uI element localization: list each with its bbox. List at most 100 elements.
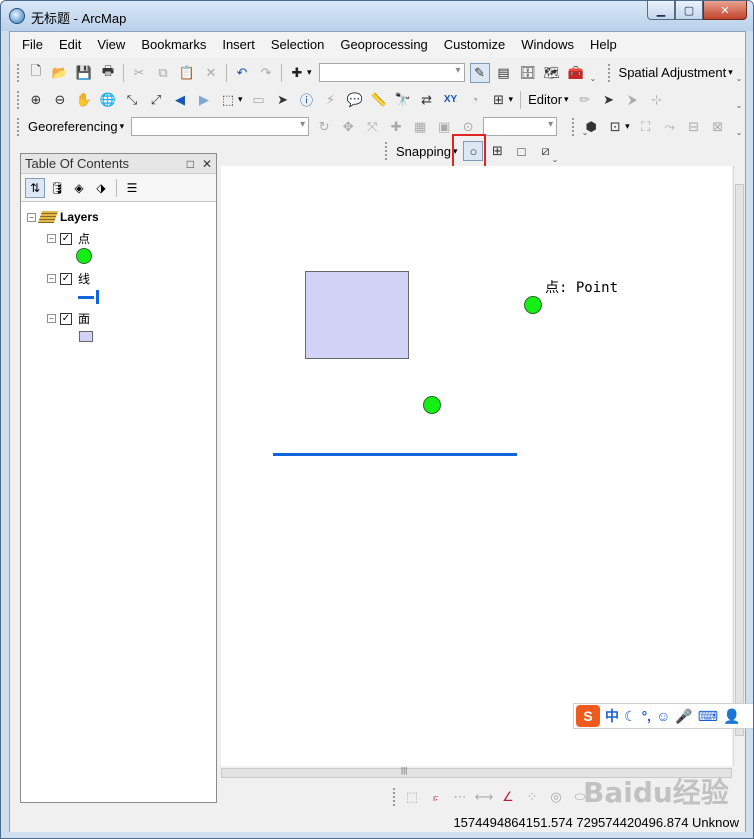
limited-adjustment-icon[interactable]: ⊠ <box>708 117 728 137</box>
close-button[interactable]: ✕ <box>703 1 747 20</box>
go-to-xy-icon[interactable]: XY <box>441 90 461 110</box>
minimize-button[interactable]: ▁ <box>647 1 675 20</box>
snapping-menu-label[interactable]: Snapping <box>392 144 455 159</box>
georeferencing-dropdown-icon[interactable]: ▾ <box>120 121 125 132</box>
viewer-dropdown-icon[interactable]: ▾ <box>509 94 514 105</box>
toc-header[interactable]: Table Of Contents □ ✕ <box>21 154 216 174</box>
identify-icon[interactable]: ⓘ <box>297 90 317 110</box>
arctoolbox-icon[interactable]: 🧰 <box>566 63 586 83</box>
angle-icon[interactable]: ∠ <box>498 787 518 807</box>
spatial-adjustment-label[interactable]: Spatial Adjustment <box>615 65 731 80</box>
paste-icon[interactable]: 📋 <box>177 63 197 83</box>
toc-root-layers[interactable]: − Layers <box>27 210 99 224</box>
toc-close-icon[interactable]: ✕ <box>202 157 212 171</box>
forward-arrow-icon[interactable]: ▶ <box>194 90 214 110</box>
menu-file[interactable]: File <box>14 32 51 58</box>
menu-view[interactable]: View <box>89 32 133 58</box>
midpoint-icon[interactable]: ⋯ <box>450 787 470 807</box>
time-slider-icon[interactable]: ◔ <box>465 90 485 110</box>
delete-icon[interactable]: ✕ <box>201 63 221 83</box>
maximize-button[interactable]: ▢ <box>675 1 703 20</box>
hyperlink-icon[interactable]: ⚡ <box>321 90 341 110</box>
toc-autohide-icon[interactable]: □ <box>187 157 194 171</box>
menu-geoprocessing[interactable]: Geoprocessing <box>332 32 435 58</box>
keyboard-icon[interactable]: ⌨ <box>698 708 718 725</box>
list-by-drawing-order-icon[interactable]: ⇅ <box>25 177 45 198</box>
toolbar-grip[interactable] <box>385 142 389 160</box>
edit-tool-icon[interactable]: ➤ <box>599 90 619 110</box>
find-route-icon[interactable]: ⇄ <box>417 90 437 110</box>
map-display[interactable]: 点: Point <box>221 166 732 766</box>
add-control-points-icon[interactable]: ✚ <box>386 117 406 137</box>
zoom-in-icon[interactable]: ⊕ <box>26 90 46 110</box>
pan-hand-icon[interactable]: ✋ <box>74 90 94 110</box>
clear-selection-icon[interactable]: ▭ <box>249 90 269 110</box>
user-account-icon[interactable]: 👤 <box>723 708 740 725</box>
collapse-icon[interactable]: − <box>47 234 56 243</box>
layer-visibility-checkbox[interactable]: ✓ <box>60 232 72 245</box>
punctuation-icon[interactable]: °, <box>642 708 652 724</box>
straight-segment-icon[interactable]: ⊹ <box>647 90 667 110</box>
add-data-dropdown-icon[interactable]: ▾ <box>307 67 312 78</box>
list-by-source-icon[interactable]: 🛢 <box>47 178 67 198</box>
end-snapping-icon[interactable]: ⊞ <box>487 141 507 161</box>
toolbar-overflow-icon[interactable]: ⌄ <box>551 144 559 164</box>
back-arrow-icon[interactable]: ◀ <box>170 90 190 110</box>
map-vertical-scrollbar[interactable] <box>733 166 745 766</box>
georef-layer-combo[interactable] <box>131 117 310 136</box>
catalog-icon[interactable]: 🗄 <box>518 63 538 83</box>
toolbar-overflow-icon[interactable]: ⌄ <box>735 63 743 83</box>
select-features-dropdown-icon[interactable]: ▾ <box>238 94 243 105</box>
menu-selection[interactable]: Selection <box>263 32 332 58</box>
table-of-contents-icon[interactable]: ▤ <box>494 63 514 83</box>
editor-dropdown-icon[interactable]: ▾ <box>564 94 569 105</box>
line-symbol[interactable] <box>78 290 99 304</box>
shift-icon[interactable]: ✥ <box>338 117 358 137</box>
menu-edit[interactable]: Edit <box>51 32 89 58</box>
circle-tool-icon[interactable]: ◎ <box>546 787 566 807</box>
fixed-zoom-in-icon[interactable]: ⤡ <box>122 90 142 110</box>
menu-windows[interactable]: Windows <box>513 32 582 58</box>
find-binoculars-icon[interactable]: 🔭 <box>393 90 413 110</box>
new-displacement-link-icon[interactable]: ⤳ <box>660 117 680 137</box>
spatial-adjustment-dropdown-icon[interactable]: ▾ <box>728 67 733 78</box>
polygon-symbol[interactable] <box>79 331 93 342</box>
topology-dropdown-icon[interactable]: ▾ <box>625 121 630 132</box>
toolbar-grip[interactable] <box>572 117 576 136</box>
list-by-selection-icon[interactable]: ⬗ <box>91 178 111 198</box>
list-by-visibility-icon[interactable]: ◈ <box>69 178 89 198</box>
toc-layer-line[interactable]: − ✓ 线 <box>47 270 90 287</box>
rotate-icon[interactable]: ↻ <box>314 117 334 137</box>
select-features-icon[interactable]: ⬚ <box>218 90 238 110</box>
toc-options-icon[interactable]: ☰ <box>122 178 142 198</box>
toolbar-grip[interactable] <box>393 788 397 806</box>
georef-value-input[interactable] <box>483 117 558 136</box>
menu-insert[interactable]: Insert <box>214 32 263 58</box>
new-document-icon[interactable]: 🗋 <box>26 63 46 83</box>
title-bar[interactable]: 无标题 - ArcMap ▁ ▢ ✕ <box>1 1 753 31</box>
map-line-feature[interactable] <box>273 453 517 456</box>
toolbar-overflow-icon[interactable]: ⌄ <box>589 63 597 83</box>
emoji-icon[interactable]: ☺ <box>656 708 670 724</box>
collapse-icon[interactable]: − <box>27 212 36 222</box>
add-data-icon[interactable]: ✚ <box>287 63 307 83</box>
print-icon[interactable]: 🖶 <box>98 63 118 83</box>
toolbar-overflow-icon[interactable]: ⌄ <box>735 117 743 137</box>
map-point-feature-labeled[interactable] <box>524 296 542 314</box>
scale-icon[interactable]: ⤧ <box>362 117 382 137</box>
undo-icon[interactable]: ↶ <box>232 63 252 83</box>
scatter-icon[interactable]: ⁘ <box>522 787 542 807</box>
save-icon[interactable]: 💾 <box>74 63 94 83</box>
layer-visibility-checkbox[interactable]: ✓ <box>60 312 72 325</box>
edit-annotation-icon[interactable]: ⮞ <box>623 90 643 110</box>
full-extent-globe-icon[interactable]: 🌐 <box>98 90 118 110</box>
toc-layer-polygon[interactable]: − ✓ 面 <box>47 310 90 327</box>
select-vertices-icon[interactable]: ⬚ <box>402 787 422 807</box>
reshape-icon[interactable]: ⟔ <box>426 787 446 807</box>
zoom-out-icon[interactable]: ⊖ <box>50 90 70 110</box>
copy-icon[interactable]: ⧉ <box>153 63 173 83</box>
map-scale-combo[interactable] <box>318 63 465 82</box>
cut-icon[interactable]: ✂ <box>129 63 149 83</box>
toolbar-overflow-icon[interactable]: ⌄ <box>735 90 743 110</box>
toolbar-overflow-icon[interactable]: ⌄ <box>581 117 589 137</box>
